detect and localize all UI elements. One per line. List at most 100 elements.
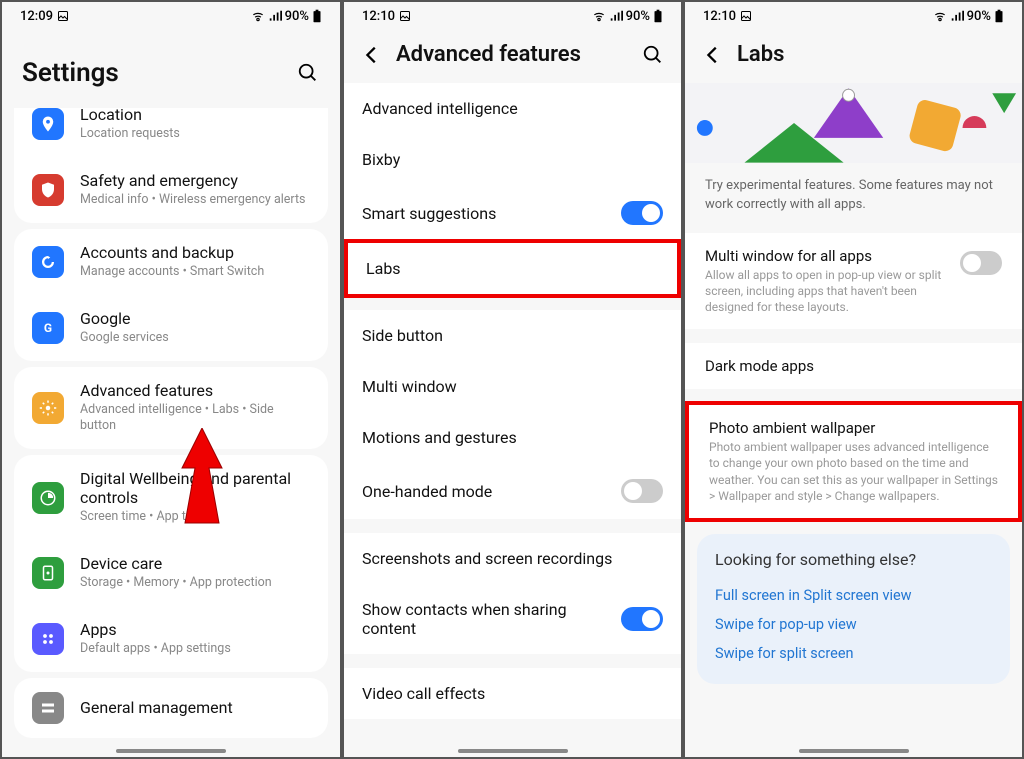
- row-advanced-intelligence[interactable]: Advanced intelligence: [344, 83, 681, 134]
- labs-row-dark-mode[interactable]: Dark mode apps: [685, 343, 1022, 389]
- row-title: Digital Wellbeing and parental controls: [80, 469, 310, 507]
- status-time: 12:10: [362, 9, 395, 24]
- row-sub: Storage • Memory • App protection: [80, 575, 310, 592]
- row-bixby[interactable]: Bixby: [344, 134, 681, 185]
- settings-row-apps[interactable]: Apps Default apps • App settings: [14, 606, 328, 672]
- settings-row-location[interactable]: Location Location requests: [14, 108, 328, 157]
- settings-row-safety[interactable]: Safety and emergency Medical info • Wire…: [14, 157, 328, 223]
- status-bar: 12:09 90%: [2, 2, 340, 30]
- toggle-show-contacts[interactable]: [621, 607, 663, 631]
- screen-advanced-features: 12:10 90% Advanced features Advanced int…: [342, 0, 683, 759]
- row-sub: Advanced intelligence • Labs • Side butt…: [80, 402, 310, 436]
- advanced-icon: [32, 392, 64, 424]
- link-swipe-split[interactable]: Swipe for split screen: [715, 639, 992, 668]
- safety-icon: [32, 174, 64, 206]
- wifi-icon: [592, 10, 606, 22]
- row-title: Accounts and backup: [80, 243, 310, 262]
- device-care-icon: [32, 557, 64, 589]
- page-title: Advanced features: [396, 42, 629, 67]
- status-battery-pct: 90%: [626, 9, 650, 24]
- row-sub: Manage accounts • Smart Switch: [80, 264, 310, 281]
- screen-labs: 12:10 90% Labs Try experi: [683, 0, 1024, 759]
- row-title: Apps: [80, 620, 310, 639]
- signal-icon: [950, 10, 964, 22]
- row-one-handed[interactable]: One-handed mode: [344, 463, 681, 519]
- row-sub: Default apps • App settings: [80, 641, 310, 658]
- accounts-icon: [32, 246, 64, 278]
- wellbeing-icon: [32, 482, 64, 514]
- labs-row-multi-window[interactable]: Multi window for all apps Allow all apps…: [685, 233, 1022, 330]
- row-show-contacts[interactable]: Show contacts when sharing content: [344, 584, 681, 654]
- labs-list: Try experimental features. Some features…: [685, 83, 1022, 757]
- screen-settings: 12:09 90% Settings Location Location req…: [0, 0, 342, 759]
- row-title: Device care: [80, 554, 310, 573]
- status-battery-pct: 90%: [967, 9, 991, 24]
- row-sub: Medical info • Wireless emergency alerts: [80, 192, 310, 209]
- status-bar: 12:10 90%: [344, 2, 681, 30]
- labs-row-photo-ambient[interactable]: Photo ambient wallpaper Photo ambient wa…: [689, 405, 1018, 518]
- settings-row-accounts[interactable]: Accounts and backup Manage accounts • Sm…: [14, 229, 328, 295]
- wifi-icon: [251, 10, 265, 22]
- battery-icon: [653, 9, 663, 23]
- row-sub: Google services: [80, 330, 310, 347]
- image-icon: [740, 10, 752, 22]
- page-title: Settings: [22, 58, 284, 88]
- back-icon[interactable]: [701, 43, 725, 67]
- row-video-call-effects[interactable]: Video call effects: [344, 668, 681, 719]
- settings-row-google[interactable]: G Google Google services: [14, 295, 328, 361]
- row-labs[interactable]: Labs: [348, 243, 677, 294]
- header: Advanced features: [344, 30, 681, 83]
- row-title: Safety and emergency: [80, 171, 310, 190]
- row-sub: Screen time • App timers: [80, 509, 310, 526]
- settings-row-device-care[interactable]: Device care Storage • Memory • App prote…: [14, 540, 328, 606]
- page-title: Labs: [737, 42, 1006, 67]
- link-full-screen-split[interactable]: Full screen in Split screen view: [715, 581, 992, 610]
- back-icon[interactable]: [360, 43, 384, 67]
- status-battery-pct: 90%: [285, 9, 309, 24]
- gesture-bar[interactable]: [799, 749, 909, 753]
- gesture-bar[interactable]: [458, 749, 568, 753]
- toggle-multi-window-all[interactable]: [960, 251, 1002, 275]
- settings-row-advanced-features[interactable]: Advanced features Advanced intelligence …: [14, 367, 328, 450]
- link-swipe-popup[interactable]: Swipe for pop-up view: [715, 610, 992, 639]
- row-motions-gestures[interactable]: Motions and gestures: [344, 412, 681, 463]
- advanced-list: Advanced intelligence Bixby Smart sugges…: [344, 83, 681, 757]
- toggle-one-handed[interactable]: [621, 479, 663, 503]
- annotation-highlight: Photo ambient wallpaper Photo ambient wa…: [685, 401, 1022, 522]
- settings-list: Location Location requests Safety and em…: [2, 108, 340, 757]
- google-icon: G: [32, 312, 64, 344]
- row-multi-window[interactable]: Multi window: [344, 361, 681, 412]
- status-time: 12:10: [703, 9, 736, 24]
- header: Settings: [2, 30, 340, 108]
- signal-icon: [268, 10, 282, 22]
- header: Labs: [685, 30, 1022, 83]
- status-bar: 12:10 90%: [685, 2, 1022, 30]
- row-side-button[interactable]: Side button: [344, 310, 681, 361]
- row-screenshots[interactable]: Screenshots and screen recordings: [344, 533, 681, 584]
- settings-row-wellbeing[interactable]: Digital Wellbeing and parental controls …: [14, 455, 328, 540]
- row-sub: Location requests: [80, 126, 310, 143]
- wifi-icon: [933, 10, 947, 22]
- row-title: Advanced features: [80, 381, 310, 400]
- row-smart-suggestions[interactable]: Smart suggestions: [344, 185, 681, 241]
- status-time: 12:09: [20, 9, 53, 24]
- looking-title: Looking for something else?: [715, 550, 992, 569]
- image-icon: [57, 10, 69, 22]
- svg-text:G: G: [44, 320, 52, 334]
- toggle-smart-suggestions[interactable]: [621, 201, 663, 225]
- battery-icon: [312, 9, 322, 23]
- labs-intro-text: Try experimental features. Some features…: [685, 163, 1022, 233]
- row-title: Google: [80, 309, 310, 328]
- gesture-bar[interactable]: [116, 749, 226, 753]
- image-icon: [399, 10, 411, 22]
- row-title: General management: [80, 698, 310, 717]
- settings-row-general-mgmt[interactable]: General management: [14, 678, 328, 738]
- search-icon[interactable]: [641, 43, 665, 67]
- apps-icon: [32, 623, 64, 655]
- general-icon: [32, 692, 64, 724]
- row-title: Location: [80, 108, 310, 124]
- search-icon[interactable]: [296, 61, 320, 85]
- looking-card: Looking for something else? Full screen …: [697, 534, 1010, 684]
- signal-icon: [609, 10, 623, 22]
- labs-hero: [685, 83, 1022, 163]
